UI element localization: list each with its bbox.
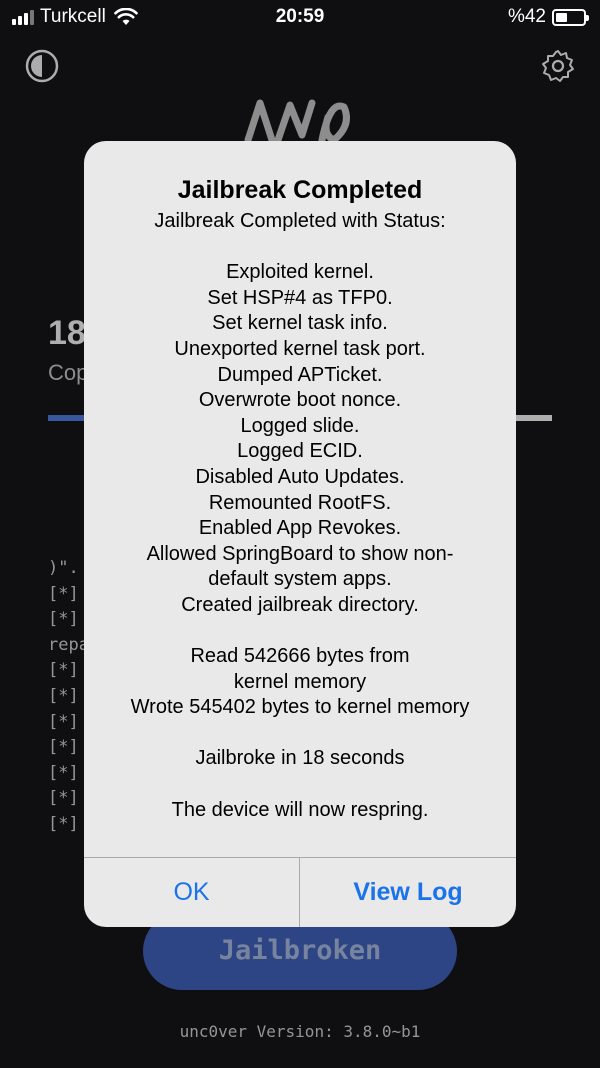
alert-message-line (84, 721, 516, 747)
alert-message-line: Jailbroke in 18 seconds (195, 747, 405, 770)
alert-message: Jailbreak Completed with Status: Exploite… (84, 209, 516, 823)
wifi-icon (114, 8, 138, 25)
alert-message-line: The device will now respring. (171, 798, 429, 821)
alert-message-line: Wrote 545402 bytes to kernel memory (130, 696, 470, 719)
alert-message-line: Overwrote boot nonce. (198, 389, 402, 412)
alert-message-line: Remounted RootFS. (208, 491, 392, 514)
alert-message-line: Enabled App Revokes. (198, 517, 402, 540)
status-bar-right: %42 (507, 6, 589, 28)
alert-message-line (84, 235, 516, 261)
jailbreak-completed-alert: Jailbreak Completed Jailbreak Completed … (84, 141, 516, 927)
alert-message-line: default system apps. (208, 568, 392, 591)
alert-message-line: Unexported kernel task port. (174, 337, 426, 360)
alert-message-line: Set HSP#4 as TFP0. (207, 286, 393, 309)
battery-percentage: %42 (507, 6, 546, 27)
ok-button[interactable]: OK (84, 858, 299, 927)
view-log-button[interactable]: View Log (300, 858, 516, 927)
alert-title: Jailbreak Completed (177, 176, 423, 204)
alert-message-line: Exploited kernel. (226, 261, 374, 284)
cellular-signal-icon (12, 9, 34, 25)
alert-message-line: Read 542666 bytes from (190, 645, 410, 668)
alert-message-line: Created jailbreak directory. (181, 593, 419, 616)
alert-message-line: Dumped APTicket. (217, 363, 383, 386)
alert-message-line: Allowed SpringBoard to show non- (146, 542, 454, 565)
status-bar-left: Turkcell (12, 6, 138, 28)
alert-message-line: Logged ECID. (237, 440, 363, 463)
alert-message-line (84, 772, 516, 798)
alert-message-line: kernel memory (233, 670, 367, 693)
alert-message-line (84, 619, 516, 645)
alert-message-line: Jailbreak Completed with Status: (154, 210, 446, 232)
carrier-name: Turkcell (40, 6, 106, 27)
battery-icon (552, 8, 589, 26)
alert-message-line: Disabled Auto Updates. (195, 465, 405, 488)
alert-message-line: Set kernel task info. (212, 312, 388, 335)
status-bar: Turkcell 20:59 %42 (0, 0, 600, 36)
alert-message-line: Logged slide. (240, 414, 360, 437)
